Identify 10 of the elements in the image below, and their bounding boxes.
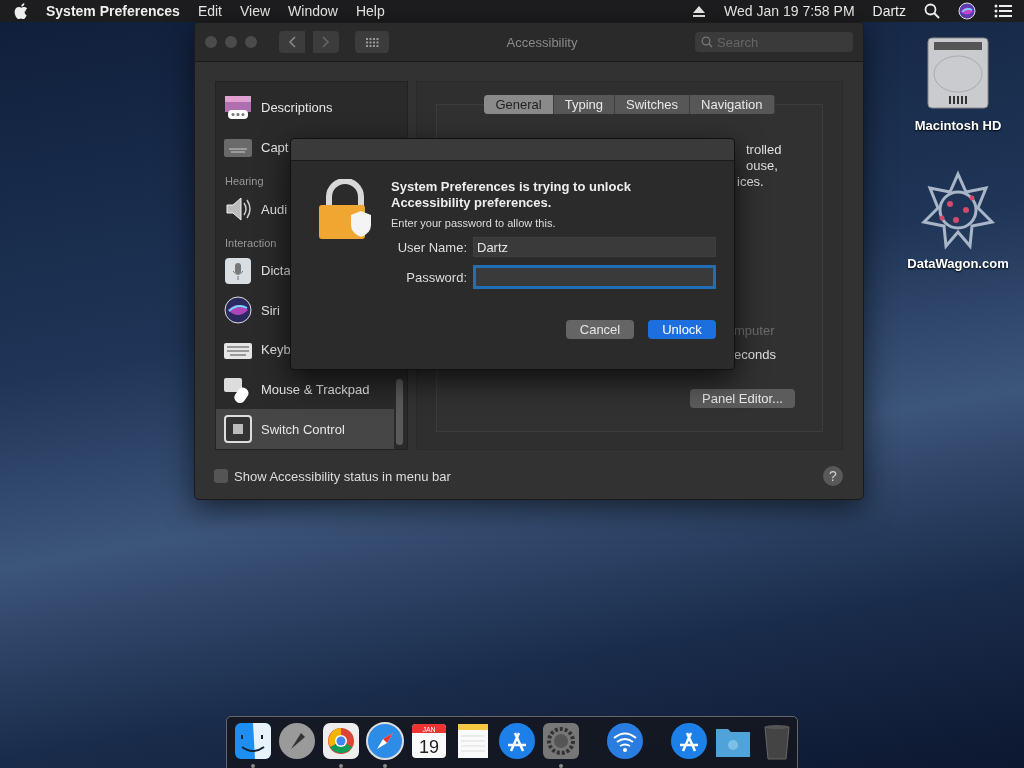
setting-text: ices. — [737, 174, 764, 189]
setting-text: ouse, — [746, 158, 778, 173]
setting-text: trolled — [746, 142, 782, 157]
dialog-message: Enter your password to allow this. — [391, 217, 557, 229]
setting-text: econds — [734, 347, 776, 362]
window-title: Accessibility — [505, 34, 579, 50]
setting-text: mputer — [734, 323, 775, 338]
field-label: User Name: — [396, 239, 467, 255]
field-label: Password: — [405, 269, 467, 285]
dialog-title: System Preferences is trying to unlock Accessibility preferences. — [391, 179, 632, 211]
